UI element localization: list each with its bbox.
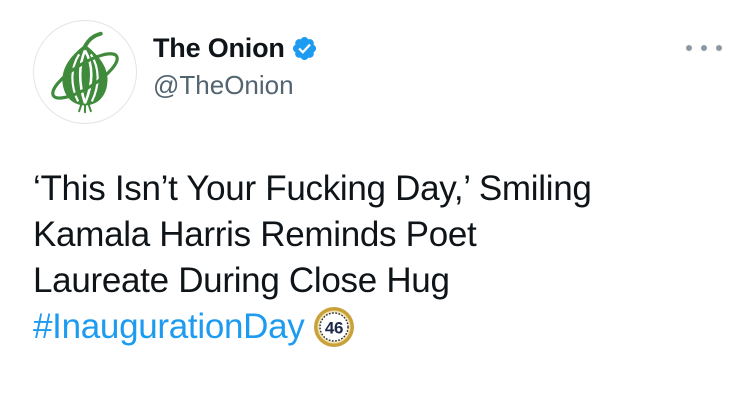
- tweet-text-line: Laureate During Close Hug: [33, 261, 450, 300]
- hashflag-number: 46: [324, 319, 342, 338]
- onion-logo-icon: [51, 31, 119, 114]
- tweet-body: ‘This Isn’t Your Fucking Day,’ Smiling K…: [33, 166, 733, 350]
- inauguration-46-hashflag-icon: 46: [313, 306, 355, 348]
- tweet-text-line: ‘This Isn’t Your Fucking Day,’ Smiling: [33, 169, 592, 208]
- tweet-text-line: Kamala Harris Reminds Poet: [33, 215, 477, 254]
- hashtag-line: #InaugurationDay 46: [33, 304, 733, 350]
- author-handle[interactable]: @TheOnion: [153, 70, 294, 101]
- verified-badge-icon: [291, 35, 318, 62]
- hashtag-link[interactable]: #InaugurationDay: [33, 304, 305, 350]
- dot: [716, 45, 722, 51]
- more-options-icon[interactable]: [686, 38, 722, 58]
- display-name[interactable]: The Onion: [153, 33, 285, 64]
- dot: [701, 45, 707, 51]
- dot: [686, 45, 692, 51]
- tweet-card[interactable]: The Onion @TheOnion ‘This Isn’t Your Fuc…: [0, 0, 750, 416]
- author-name-row[interactable]: The Onion: [153, 31, 318, 65]
- avatar[interactable]: [33, 20, 137, 124]
